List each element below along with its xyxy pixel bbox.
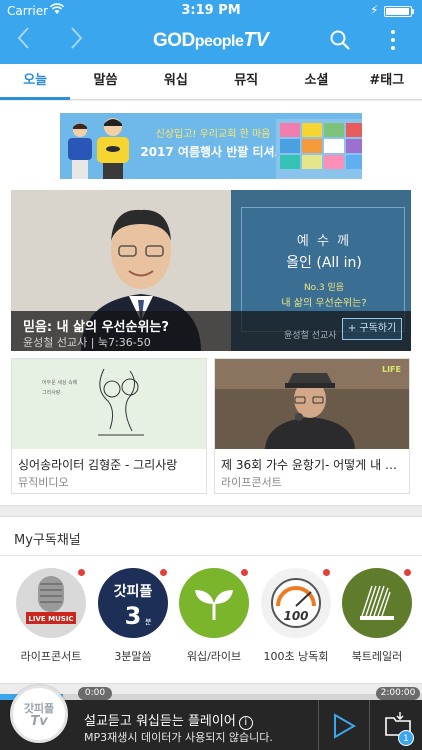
poster-line-2: 올인 (All in): [286, 255, 362, 271]
channel-book-trailer[interactable]: 북트레일러: [335, 564, 419, 674]
new-content-dot: [323, 569, 330, 576]
poster-line-1: 예 수 께: [296, 234, 352, 249]
featured-subtitle: 윤성철 선교사 | 눅7:36-50: [23, 336, 151, 349]
tab-1[interactable]: 말씀: [70, 64, 140, 99]
card-category: 뮤직비디오: [18, 476, 69, 489]
tshirt-promo-banner[interactable]: 신상입고! 우리교회 한 마음 2017 여름행사 반팔 티셔츠: [60, 113, 362, 179]
logo-tv: TV: [243, 29, 269, 51]
player-title[interactable]: 설교듣고 워십듣는 플레이어 i: [84, 710, 253, 730]
battery-tip: [412, 9, 414, 14]
new-content-dot: [404, 569, 411, 576]
card-title: 제 36회 가수 윤항기- 어떻게 내 삶이: [221, 458, 405, 472]
gatpipeul-3-icon: 갓피플 3 분: [98, 568, 168, 638]
poster-line-3: No.3 믿음: [303, 283, 345, 293]
channel-label: 100초 낭독회: [263, 650, 329, 663]
logo-god: GOD: [153, 30, 195, 51]
banner-tagline: 신상입고! 우리교회 한 마음: [155, 129, 271, 140]
video-thumbnail: LIFE: [215, 359, 409, 449]
app-logo[interactable]: GODpeopleTV: [153, 29, 269, 52]
channel-label: 라이프콘서트: [20, 650, 82, 663]
svg-text:그리사랑: 그리사랑: [42, 389, 61, 396]
channel-label: 북트레일러: [351, 650, 403, 663]
channel-label: 워십/라이브: [186, 650, 242, 663]
tab-3[interactable]: 뮤직: [211, 64, 281, 99]
section-divider-line: [0, 555, 422, 556]
open-book-icon: [342, 568, 412, 638]
new-content-dot: [78, 569, 85, 576]
tab-4[interactable]: 소셜: [281, 64, 351, 99]
player-divider: [369, 700, 370, 750]
battery-icon: [384, 6, 412, 17]
charging-icon: ⚡: [370, 3, 379, 17]
player-subtitle: MP3재생시 데이터가 사용되지 않습니다.: [84, 731, 273, 744]
tab-5[interactable]: #태그: [352, 64, 422, 99]
svg-text:갓피플: 갓피플: [114, 583, 153, 600]
poster-line-4: 내 삶의 우선순위는?: [281, 298, 367, 309]
current-time-label: 0:00: [78, 687, 112, 700]
player-title-text: 설교듣고 워십듣는 플레이어: [84, 714, 236, 729]
player-divider: [318, 700, 319, 750]
my-channels-title: My구독채널: [14, 533, 81, 548]
queue-count-badge: 1: [398, 730, 414, 746]
child-figure-image: [68, 123, 92, 179]
more-menu-icon[interactable]: [390, 30, 396, 52]
logo-people: people: [194, 33, 244, 50]
status-time: 3:19 PM: [181, 3, 241, 18]
concert-photo: [215, 359, 409, 449]
total-time-label: 2:00:00: [376, 687, 420, 700]
channel-live-concert[interactable]: LIVE MUSIC 라이프콘서트: [9, 564, 93, 674]
tshirt-stack-image: [276, 119, 362, 179]
svg-text:분: 분: [145, 618, 152, 626]
forward-chevron-icon[interactable]: [70, 26, 84, 57]
tab-0[interactable]: 오늘: [0, 64, 71, 100]
info-icon[interactable]: i: [238, 716, 253, 730]
status-bar: Carrier 3:19 PM ⚡: [0, 0, 422, 22]
featured-title: 믿음: 내 삶의 우선순위는?: [23, 320, 169, 335]
new-content-dot: [160, 569, 167, 576]
subscribe-button[interactable]: + 구독하기: [342, 318, 402, 340]
svg-text:3: 3: [125, 602, 142, 630]
card-category: 라이프콘서트: [221, 476, 282, 489]
svg-text:어두운 세상 속에: 어두운 세상 속에: [42, 379, 78, 386]
svg-text:100: 100: [283, 609, 308, 623]
poster-speaker: 윤성철 선교사: [284, 331, 337, 341]
sketch-illustration: 어두운 세상 속에 그리사랑: [12, 359, 206, 449]
my-channels-row: LIVE MUSIC 라이프콘서트 갓피플 3 분 3분말씀 워십/라이브 100 …: [0, 564, 422, 674]
channel-3min-word[interactable]: 갓피플 3 분 3분말씀: [91, 564, 175, 674]
life-badge: LIFE: [381, 365, 401, 374]
logo-text-bottom: Tv: [30, 714, 48, 729]
card-title: 싱어송라이터 김형준 - 그리사랑: [18, 458, 178, 472]
nav-bar: GODpeopleTV: [0, 22, 422, 64]
section-divider: [0, 505, 422, 517]
banner-headline: 2017 여름행사 반팔 티셔츠: [140, 145, 286, 159]
back-chevron-icon[interactable]: [16, 26, 30, 57]
search-icon[interactable]: [330, 30, 350, 50]
child-figure-image: [97, 118, 129, 179]
tab-2[interactable]: 워십: [141, 64, 211, 99]
svg-text:LIVE MUSIC: LIVE MUSIC: [28, 615, 73, 623]
play-icon[interactable]: [332, 713, 356, 739]
live-music-mic-icon: LIVE MUSIC: [16, 568, 86, 638]
channel-worship-live[interactable]: 워십/라이브: [172, 564, 256, 674]
channel-label: 3분말씀: [114, 650, 152, 663]
new-content-dot: [241, 569, 248, 576]
channel-100sec-reading[interactable]: 100 100초 낭독회: [254, 564, 338, 674]
video-card[interactable]: 어두운 세상 속에 그리사랑 싱어송라이터 김형준 - 그리사랑 뮤직비디오: [11, 358, 207, 494]
top-bar: Carrier 3:19 PM ⚡ GODpeopleTV: [0, 0, 422, 64]
category-tabs: 오늘 말씀 워십 뮤직 소셜 #태그: [0, 64, 422, 100]
gatpeople-tv-logo[interactable]: 갓피플 Tv: [10, 685, 68, 743]
100sec-gauge-icon: 100: [261, 568, 331, 638]
featured-sermon-card[interactable]: 예 수 께 올인 (All in) No.3 믿음 내 삶의 우선순위는? 믿음…: [11, 190, 411, 351]
main-content[interactable]: 신상입고! 우리교회 한 마음 2017 여름행사 반팔 티셔츠 예 수 께 올…: [0, 101, 422, 708]
video-card[interactable]: LIFE 제 36회 가수 윤항기- 어떻게 내 삶이 라이프콘서트: [214, 358, 410, 494]
video-thumbnail: 어두운 세상 속에 그리사랑: [12, 359, 206, 449]
sprout-icon: [179, 568, 249, 638]
